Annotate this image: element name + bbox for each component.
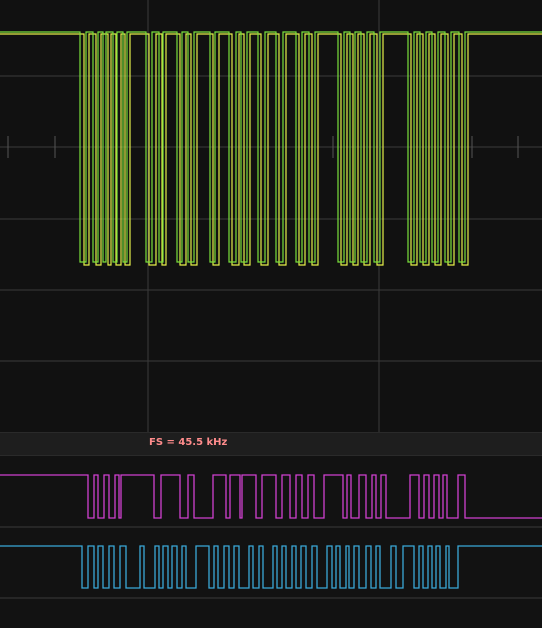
digital-trace-cyan	[0, 545, 542, 589]
oscilloscope-view: FS = 45.5 kHz	[0, 0, 542, 628]
analog-waveform-panel	[0, 0, 542, 432]
sample-rate-label: FS = 45.5 kHz	[149, 437, 228, 448]
analog-trace-yellow	[0, 33, 542, 266]
digital-traces	[0, 474, 542, 589]
digital-waveform-plot	[0, 474, 542, 599]
analog-traces	[0, 31, 542, 266]
analog-waveform-plot	[0, 0, 542, 432]
digital-trace-magenta	[0, 474, 542, 519]
analog-grid	[0, 0, 542, 432]
digital-grid	[0, 526, 542, 599]
status-bar: FS = 45.5 kHz	[0, 432, 542, 456]
digital-waveform-panel	[0, 456, 542, 628]
